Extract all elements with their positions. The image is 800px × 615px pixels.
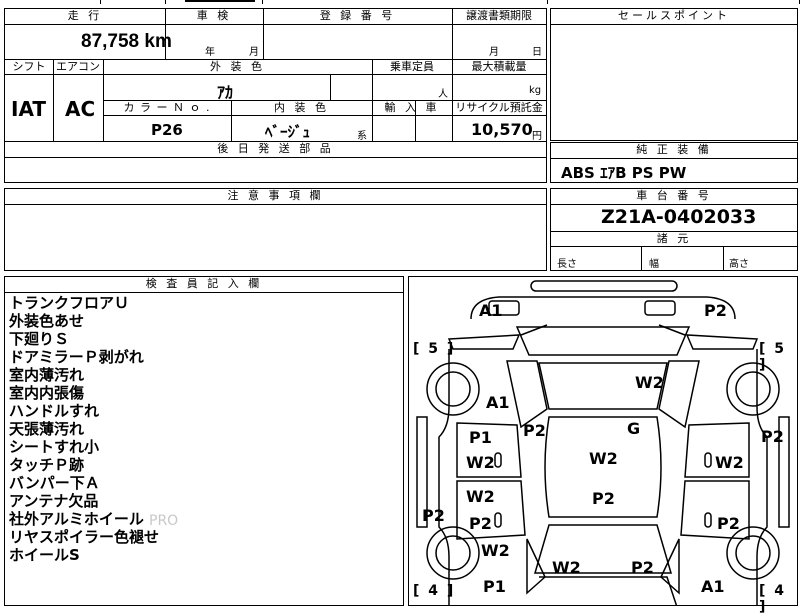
transfer-day-label: 日 xyxy=(532,47,542,58)
color-no-header: カ ラ ー Ｎ ｏ . xyxy=(123,101,211,114)
note-item: ハンドルすれ xyxy=(9,402,100,420)
note-item: 外装色あせ xyxy=(9,312,85,330)
max-load-unit: kg xyxy=(529,85,542,96)
inspection-header: 車 検 xyxy=(196,9,232,22)
tire-front-right-count: [ 5 ] xyxy=(759,341,787,373)
ac-header: エアコン xyxy=(56,60,100,73)
interior-color-suffix: 系 xyxy=(357,131,367,142)
mileage-header: 走 行 xyxy=(67,9,103,22)
recycle-unit: 円 xyxy=(532,131,542,142)
inspector-box: 検 査 員 記 入 欄 トランクフロアＵ 外装色あせ 下廻りＳ ドアミラーＰ剥が… xyxy=(4,276,404,606)
note-item: 室内内張傷 xyxy=(9,384,85,402)
mark-hood-right: P2 xyxy=(631,558,654,577)
sales-point-box: セールスポイント xyxy=(550,8,798,141)
note-item: 社外アルミホイール xyxy=(9,510,144,528)
watermark: PRO xyxy=(149,513,179,529)
genuine-equipment-box: 純 正 装 備 ABS ｴｱB PS PW xyxy=(550,142,798,183)
mark-hood-left: W2 xyxy=(552,558,581,577)
capacity-unit: 人 xyxy=(438,89,448,100)
width-label: 幅 xyxy=(649,259,659,270)
sales-point-header: セールスポイント xyxy=(618,9,730,22)
import-header: 輸 入 車 xyxy=(384,101,440,114)
inspection-year-label: 年 xyxy=(205,47,215,58)
car-outline xyxy=(416,280,790,605)
max-load-header: 最大積載量 xyxy=(471,60,527,73)
later-parts-header: 後 日 発 送 部 品 xyxy=(217,142,334,155)
length-label: 長さ xyxy=(557,259,577,270)
mark-rear-bumper-left: A1 xyxy=(479,301,503,320)
interior-color-value: ﾍﾞｰｼﾞｭ xyxy=(265,123,311,141)
mark-rear-glass: G xyxy=(627,419,641,438)
exterior-color-value: ｱｶ xyxy=(217,83,234,102)
dimensions-header: 諸 元 xyxy=(656,232,692,245)
mark-left-front-door-lower: P2 xyxy=(469,514,492,533)
mark-left-front-fender: W2 xyxy=(481,541,510,560)
note-item: タッチＰ跡 xyxy=(9,456,85,474)
transfer-month-label: 月 xyxy=(489,47,499,58)
tire-front-left-count: [ 5 ] xyxy=(413,341,456,357)
note-item: トランクフロアＵ xyxy=(9,294,130,312)
capacity-header: 乗車定員 xyxy=(390,60,434,73)
shift-header: シフト xyxy=(12,60,46,73)
top-fragment xyxy=(0,0,800,8)
tire-rear-left-count: [ 4 ] xyxy=(413,583,456,599)
note-item: バンパー下Ａ xyxy=(9,474,100,492)
note-item: アンテナ欠品 xyxy=(9,492,99,510)
genuine-equipment-value: ABS ｴｱB PS PW xyxy=(561,164,687,182)
chassis-box: 車 台 番 号 Z21A-0402033 諸 元 長さ 幅 高さ xyxy=(550,188,798,271)
mark-front-bumper-right: A1 xyxy=(701,577,725,596)
transfer-deadline-header: 譲渡書類期限 xyxy=(466,9,532,22)
caution-header: 注 意 事 項 欄 xyxy=(227,189,324,202)
mark-left-rear-door-upper: P1 xyxy=(469,428,492,447)
recycle-header: リサイクル預託金 xyxy=(455,101,543,114)
mark-left-front-bottom: P1 xyxy=(483,577,506,596)
shift-value: IAT xyxy=(11,97,47,121)
mark-right-side: P2 xyxy=(761,427,784,446)
caution-box: 注 意 事 項 欄 xyxy=(4,188,547,271)
inspector-notes: トランクフロアＵ 外装色あせ 下廻りＳ ドアミラーＰ剥がれ 室内薄汚れ 室内内張… xyxy=(9,294,159,564)
mileage-value: 87,758 km xyxy=(81,31,172,52)
mark-trunk: W2 xyxy=(635,373,664,392)
inspector-header: 検 査 員 記 入 欄 xyxy=(145,277,263,290)
tire-rear-right-count: [ 4 ] xyxy=(759,583,787,615)
car-diagram: [ 5 ] [ 5 ] [ 4 ] [ 4 ] A1 P2 W2 A1 P2 G… xyxy=(408,276,798,615)
genuine-equipment-header: 純 正 装 備 xyxy=(636,143,712,156)
note-item: ホイールS xyxy=(9,546,80,564)
mark-right-front-door: P2 xyxy=(717,514,740,533)
mark-front-area: P2 xyxy=(592,489,615,508)
mark-right-rear-door: W2 xyxy=(715,453,744,472)
note-item: リヤスポイラー色褪せ xyxy=(9,528,160,546)
chassis-value: Z21A-0402033 xyxy=(601,206,757,228)
note-item: ドアミラーＰ剥がれ xyxy=(9,348,144,366)
height-label: 高さ xyxy=(729,259,749,270)
mark-roof: W2 xyxy=(589,449,618,468)
mark-rear-left-pillar: P2 xyxy=(523,421,546,440)
note-item: 下廻りＳ xyxy=(9,330,70,348)
note-item: 天張薄汚れ xyxy=(9,420,85,438)
interior-color-header: 内 装 色 xyxy=(274,101,329,114)
ac-value: AC xyxy=(65,97,96,121)
note-item: 室内薄汚れ xyxy=(9,366,85,384)
registration-header: 登 録 番 号 xyxy=(319,9,396,22)
mark-left-side: P2 xyxy=(422,506,445,525)
mark-left-rear-door-lower: W2 xyxy=(466,453,495,472)
summary-table: 走 行 車 検 登 録 番 号 譲渡書類期限 87,758 km 年 月 月 日… xyxy=(4,8,547,183)
inspection-month-label: 月 xyxy=(249,47,259,58)
mark-left-front-door-upper: W2 xyxy=(466,487,495,506)
exterior-color-header: 外 装 色 xyxy=(210,60,265,73)
recycle-value: 10,570 xyxy=(471,120,533,139)
chassis-header: 車 台 番 号 xyxy=(636,189,712,202)
color-no-value: P26 xyxy=(151,121,183,139)
note-item: シートすれ小 xyxy=(9,438,100,456)
mark-rear-left-quarter: A1 xyxy=(486,393,510,412)
mark-rear-bumper-right: P2 xyxy=(704,301,727,320)
